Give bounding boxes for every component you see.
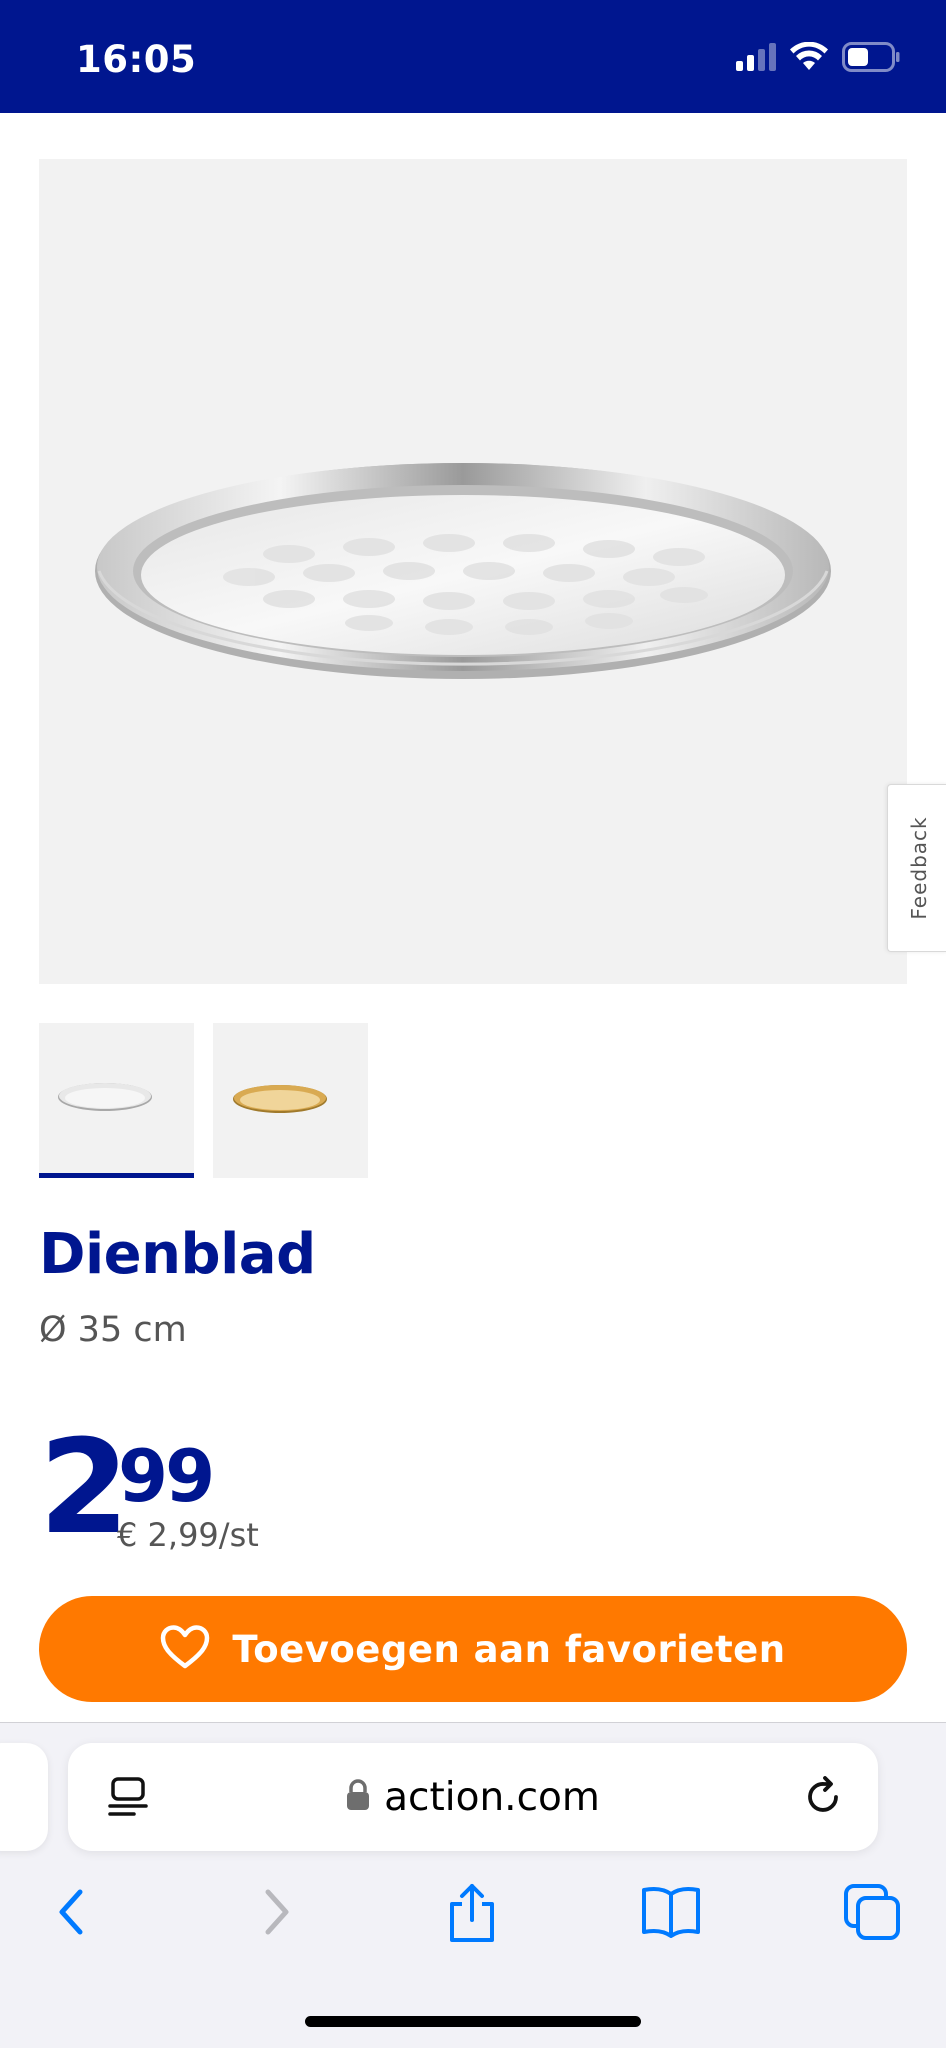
product-main-image[interactable]	[39, 159, 907, 984]
feedback-tab[interactable]: Feedback	[887, 784, 946, 952]
url-text: action.com	[384, 1774, 600, 1820]
status-bar: 16:05	[0, 0, 946, 113]
battery-icon	[842, 42, 900, 77]
product-title: Dienblad	[39, 1222, 316, 1287]
thumbnail-gold-tray[interactable]	[213, 1023, 368, 1178]
home-indicator	[305, 2016, 641, 2027]
wifi-icon	[790, 41, 828, 77]
reload-icon[interactable]	[802, 1775, 846, 1824]
status-time: 16:05	[76, 38, 197, 81]
back-icon[interactable]	[48, 1882, 94, 1947]
thumbnail-selected-indicator	[39, 1173, 194, 1178]
silver-tray-thumbnail	[58, 1083, 152, 1111]
lock-icon	[346, 1778, 370, 1816]
cellular-signal-icon	[736, 43, 776, 76]
url-display: action.com	[68, 1743, 878, 1851]
product-dimensions: Ø 35 cm	[39, 1310, 187, 1350]
gold-tray-thumbnail	[233, 1085, 327, 1113]
share-icon[interactable]	[444, 1882, 500, 1949]
price-decimal: 99	[118, 1434, 215, 1518]
previous-tab-card[interactable]	[0, 1743, 48, 1851]
add-to-favorites-label: Toevoegen aan favorieten	[232, 1627, 786, 1671]
price-integer: 2	[39, 1411, 129, 1563]
heart-outline-icon	[160, 1624, 210, 1674]
address-bar[interactable]: action.com	[68, 1743, 878, 1851]
bookmarks-icon[interactable]	[640, 1882, 702, 1943]
feedback-label: Feedback	[906, 816, 931, 920]
forward-icon[interactable]	[254, 1882, 300, 1947]
status-icons	[736, 41, 900, 77]
tabs-icon[interactable]	[842, 1882, 902, 1947]
add-to-favorites-button[interactable]: Toevoegen aan favorieten	[39, 1596, 907, 1702]
thumbnail-silver-tray[interactable]	[39, 1023, 194, 1178]
product-page: 16:05 Feedback Dienblad Ø 35 cm 2 99 € 2…	[0, 0, 946, 2048]
unit-price: € 2,99/st	[117, 1516, 259, 1554]
silver-tray-image	[95, 463, 831, 679]
